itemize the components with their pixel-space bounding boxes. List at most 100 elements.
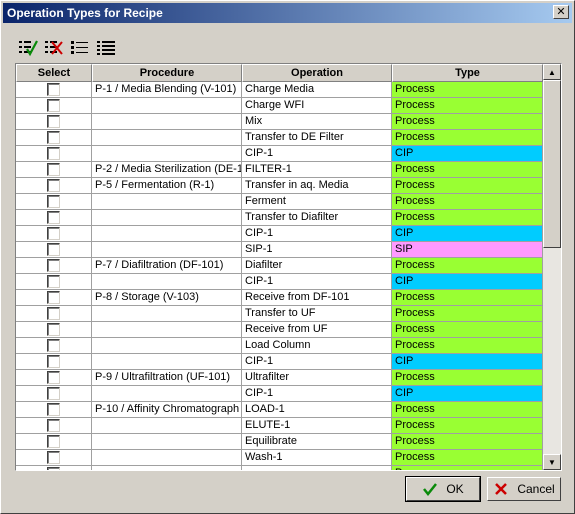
select-checkbox[interactable] [47, 387, 60, 400]
select-checkbox[interactable] [47, 467, 60, 470]
select-checkbox[interactable] [47, 163, 60, 176]
select-checkbox[interactable] [47, 227, 60, 240]
scroll-thumb[interactable] [543, 80, 561, 248]
table-row[interactable]: Load Column Process [16, 338, 543, 354]
select-checkbox[interactable] [47, 419, 60, 432]
select-checkbox[interactable] [47, 115, 60, 128]
type-cell[interactable]: Process [392, 450, 543, 466]
select-checkbox[interactable] [47, 147, 60, 160]
table-row[interactable]: CIP-1 CIP [16, 274, 543, 290]
column-header-procedure[interactable]: Procedure [92, 64, 242, 82]
type-cell[interactable]: Process [392, 162, 543, 178]
check-all-icon [19, 40, 38, 57]
type-cell[interactable]: Process [392, 82, 543, 98]
select-checkbox[interactable] [47, 355, 60, 368]
ok-button[interactable]: OK [405, 476, 481, 502]
table-row[interactable]: Wash-1 Process [16, 450, 543, 466]
select-cell [16, 290, 92, 306]
type-cell[interactable]: Process [392, 418, 543, 434]
close-icon: ✕ [556, 5, 566, 18]
column-header-type[interactable]: Type [392, 64, 543, 82]
type-cell[interactable]: Process [392, 466, 543, 470]
uncheck-all-button[interactable] [43, 37, 65, 59]
type-cell[interactable]: Process [392, 210, 543, 226]
vertical-scrollbar[interactable]: ▲ ▼ [543, 64, 561, 470]
table-row[interactable]: P-2 / Media Sterilization (DE-10 FILTER-1… [16, 162, 543, 178]
table-row[interactable]: P-10 / Affinity Chromatograph LOAD-1 Proce… [16, 402, 543, 418]
select-checkbox[interactable] [47, 307, 60, 320]
select-checkbox[interactable] [47, 179, 60, 192]
select-checkbox[interactable] [47, 339, 60, 352]
table-row[interactable]: P-8 / Storage (V-103) Receive from DF-101… [16, 290, 543, 306]
table-row[interactable]: Mix Process [16, 114, 543, 130]
table-row[interactable]: SIP-1 SIP [16, 242, 543, 258]
toolbar [17, 37, 117, 59]
procedure-cell: P-1 / Media Blending (V-101) [92, 82, 242, 98]
column-header-operation[interactable]: Operation [242, 64, 392, 82]
select-checkbox[interactable] [47, 275, 60, 288]
operation-cell: Diafilter [242, 258, 392, 274]
type-cell[interactable]: SIP [392, 242, 543, 258]
table-row[interactable]: Charge WFI Process [16, 98, 543, 114]
scroll-up-button[interactable]: ▲ [543, 64, 561, 80]
type-cell[interactable]: Process [392, 98, 543, 114]
type-cell[interactable]: Process [392, 178, 543, 194]
select-checkbox[interactable] [47, 403, 60, 416]
table-row[interactable]: Transfer to UF Process [16, 306, 543, 322]
select-checkbox[interactable] [47, 323, 60, 336]
table-row[interactable]: Transfer to Diafilter Process [16, 210, 543, 226]
column-header-select[interactable]: Select [16, 64, 92, 82]
select-checkbox[interactable] [47, 211, 60, 224]
type-cell[interactable]: CIP [392, 274, 543, 290]
type-cell[interactable]: CIP [392, 354, 543, 370]
operation-types-dialog: Operation Types for Recipe ✕ Select Proc… [0, 0, 575, 514]
type-cell[interactable]: Process [392, 370, 543, 386]
select-checkbox[interactable] [47, 131, 60, 144]
table-row[interactable]: Process [16, 466, 543, 470]
type-cell[interactable]: Process [392, 402, 543, 418]
list-view-button[interactable] [69, 37, 91, 59]
table-row[interactable]: P-1 / Media Blending (V-101) Charge Media… [16, 82, 543, 98]
select-checkbox[interactable] [47, 99, 60, 112]
detail-view-button[interactable] [95, 37, 117, 59]
select-checkbox[interactable] [47, 83, 60, 96]
cancel-button[interactable]: Cancel [487, 477, 561, 501]
type-cell[interactable]: Process [392, 290, 543, 306]
select-checkbox[interactable] [47, 259, 60, 272]
type-cell[interactable]: Process [392, 258, 543, 274]
table-row[interactable]: ELUTE-1 Process [16, 418, 543, 434]
table-row[interactable]: Transfer to DE Filter Process [16, 130, 543, 146]
operation-cell: CIP-1 [242, 354, 392, 370]
select-checkbox[interactable] [47, 435, 60, 448]
select-checkbox[interactable] [47, 243, 60, 256]
type-cell[interactable]: CIP [392, 386, 543, 402]
table-row[interactable]: Ferment Process [16, 194, 543, 210]
table-row[interactable]: CIP-1 CIP [16, 146, 543, 162]
select-checkbox[interactable] [47, 371, 60, 384]
table-row[interactable]: P-9 / Ultrafiltration (UF-101) Ultrafilte… [16, 370, 543, 386]
type-cell[interactable]: Process [392, 114, 543, 130]
table-row[interactable]: Receive from UF Process [16, 322, 543, 338]
type-cell[interactable]: CIP [392, 226, 543, 242]
type-cell[interactable]: Process [392, 434, 543, 450]
procedure-cell [92, 450, 242, 466]
close-button[interactable]: ✕ [553, 5, 569, 19]
scroll-down-button[interactable]: ▼ [543, 454, 561, 470]
table-row[interactable]: CIP-1 CIP [16, 226, 543, 242]
select-checkbox[interactable] [47, 451, 60, 464]
table-row[interactable]: P-7 / Diafiltration (DF-101) Diafilter Pro… [16, 258, 543, 274]
table-row[interactable]: P-5 / Fermentation (R-1) Transfer in aq. … [16, 178, 543, 194]
type-cell[interactable]: Process [392, 194, 543, 210]
table-row[interactable]: Equilibrate Process [16, 434, 543, 450]
check-all-button[interactable] [17, 37, 39, 59]
type-cell[interactable]: Process [392, 322, 543, 338]
table-row[interactable]: CIP-1 CIP [16, 354, 543, 370]
select-checkbox[interactable] [47, 291, 60, 304]
type-cell[interactable]: Process [392, 338, 543, 354]
type-cell[interactable]: Process [392, 130, 543, 146]
type-cell[interactable]: CIP [392, 146, 543, 162]
table-row[interactable]: CIP-1 CIP [16, 386, 543, 402]
select-checkbox[interactable] [47, 195, 60, 208]
type-cell[interactable]: Process [392, 306, 543, 322]
select-cell [16, 226, 92, 242]
